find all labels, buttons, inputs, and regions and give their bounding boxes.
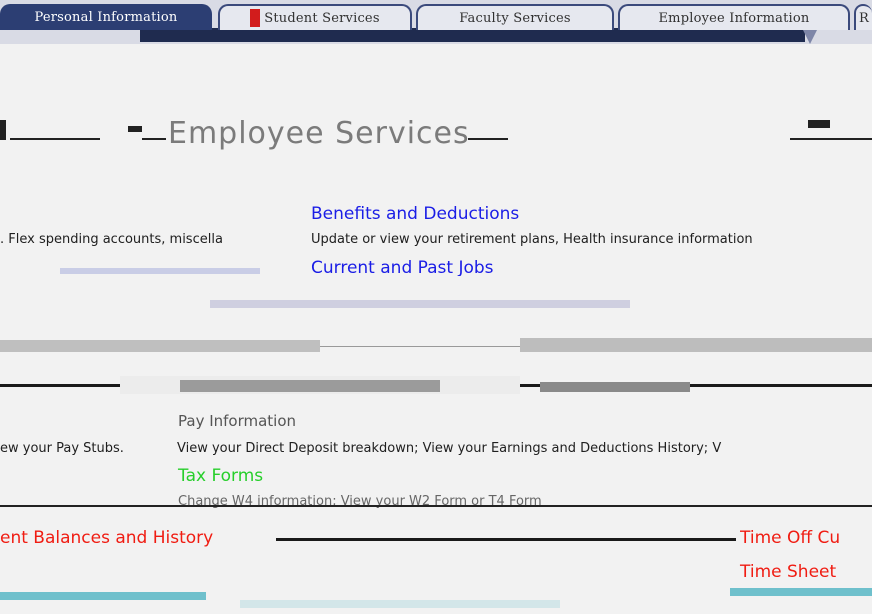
header-dash: [128, 126, 142, 132]
faded-text: [520, 338, 872, 352]
header-rule-after-title: [468, 138, 508, 140]
faded-heading: [180, 380, 440, 392]
bottom-bar-right: [730, 588, 872, 596]
pay-info-desc: View your Direct Deposit breakdown; View…: [177, 441, 722, 456]
page-header: Employee Services: [0, 110, 872, 160]
header-left-mark: [0, 120, 6, 140]
bottom-bar-left: [0, 592, 206, 600]
tab-faculty-services[interactable]: Faculty Services: [416, 4, 614, 30]
tab-label: Faculty Services: [459, 10, 571, 26]
current-jobs-link[interactable]: Current and Past Jobs: [311, 258, 494, 276]
tab-underline: [140, 28, 805, 42]
header-right-mark: [808, 120, 830, 128]
time-off-link[interactable]: Time Off Cu: [740, 528, 872, 548]
pay-info-title: Pay Information: [178, 412, 297, 430]
header-rule-mid: [142, 138, 166, 140]
section-rule: [276, 538, 736, 541]
section-rule: [0, 505, 872, 507]
tab-student-services[interactable]: Student Services: [218, 4, 412, 30]
header-rule-right: [790, 138, 872, 140]
benefits-desc: Update or view your retirement plans, He…: [311, 232, 753, 247]
tab-label: Personal Information: [34, 9, 178, 25]
tab-label: Student Services: [264, 10, 380, 26]
faded-text: [60, 268, 260, 274]
faded-text: [210, 300, 630, 308]
tab-label: Employee Information: [658, 10, 810, 26]
tab-label: R: [859, 10, 869, 26]
faded-text: [240, 600, 560, 608]
benefits-link[interactable]: Benefits and Deductions: [311, 204, 519, 224]
time-sheet-link[interactable]: Time Sheet: [740, 562, 836, 582]
faded-heading: [540, 382, 690, 392]
left-truncated-desc: . Flex spending accounts, miscella: [0, 232, 223, 247]
tax-forms-link[interactable]: Tax Forms: [178, 466, 263, 486]
faded-text: [0, 340, 320, 352]
pay-stubs-desc: ew your Pay Stubs.: [0, 441, 124, 456]
tab-accent-icon: [250, 9, 261, 27]
tab-more[interactable]: R: [854, 4, 872, 30]
tab-bar: Personal Information Student Services Fa…: [0, 0, 872, 44]
header-rule-left: [10, 138, 100, 140]
tab-employee-information[interactable]: Employee Information: [618, 4, 850, 30]
leave-balances-link[interactable]: ent Balances and History: [0, 528, 213, 548]
page-title: Employee Services: [168, 116, 470, 151]
tab-personal-information[interactable]: Personal Information: [0, 4, 212, 30]
